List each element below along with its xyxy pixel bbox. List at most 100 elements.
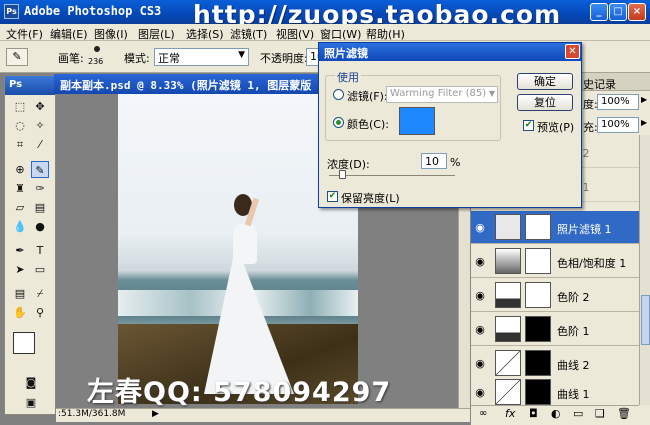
crop-tool-icon[interactable]: ⌗ — [11, 136, 29, 153]
preserve-luminosity-checkbox[interactable]: ✔ — [327, 191, 338, 202]
link-layers-icon[interactable]: ∞ — [479, 408, 487, 419]
layers-scrollbar[interactable] — [639, 135, 650, 405]
close-button[interactable]: × — [628, 3, 646, 21]
layer-row[interactable]: ◉ 色相/饱和度 1 — [471, 245, 639, 278]
doc-size-status: :51.3M/361.8M — [58, 409, 126, 419]
minimize-button[interactable]: _ — [590, 3, 608, 21]
menu-filter[interactable]: 滤镜(T) — [230, 26, 267, 42]
eye-icon[interactable]: ◉ — [473, 255, 487, 268]
density-slider-track[interactable] — [329, 175, 455, 176]
layer-opacity-input[interactable]: 100% — [597, 94, 639, 110]
close-icon[interactable]: ✕ — [565, 44, 580, 59]
layer-row[interactable]: ◉ 色阶 1 — [471, 313, 639, 346]
notes-tool-icon[interactable]: ▤ — [11, 285, 29, 302]
move-tool-icon[interactable]: ✥ — [31, 98, 49, 115]
eye-icon[interactable]: ◉ — [473, 386, 487, 399]
preview-checkbox[interactable]: ✔ — [523, 120, 534, 131]
photoshop-app-icon: Ps — [4, 4, 19, 19]
preview-label: 预览(P) — [537, 121, 575, 134]
layer-row[interactable]: ◉ 色阶 2 — [471, 279, 639, 312]
filter-select[interactable]: Warming Filter (85) ▼ — [386, 86, 498, 103]
toolbox-header: Ps — [5, 76, 55, 95]
brush-picker[interactable]: 236 — [86, 44, 110, 70]
color-swatch[interactable] — [399, 107, 435, 135]
group-icon[interactable]: ▭ — [573, 407, 583, 420]
menu-edit[interactable]: 编辑(E) — [50, 26, 88, 42]
clone-stamp-tool-icon[interactable]: ♜ — [11, 180, 29, 197]
brush-tool-preset-icon[interactable]: ✎ — [6, 48, 28, 66]
opacity-label: 不透明度: — [260, 52, 308, 65]
status-arrow-icon[interactable]: ▶ — [152, 409, 159, 419]
dodge-tool-icon[interactable]: ● — [31, 218, 49, 235]
slice-tool-icon[interactable]: ⁄ — [31, 136, 49, 153]
trash-icon[interactable]: 🗑 — [617, 407, 631, 420]
filter-radio[interactable] — [333, 89, 344, 100]
gradient-tool-icon[interactable]: ▤ — [31, 199, 49, 216]
dialog-title: 照片滤镜 — [319, 43, 581, 61]
layer-mask-thumbnail — [525, 248, 551, 274]
menu-help[interactable]: 帮助(H) — [366, 26, 405, 42]
blur-tool-icon[interactable]: 💧 — [11, 218, 29, 235]
menu-layer[interactable]: 图层(L) — [138, 26, 175, 42]
lasso-tool-icon[interactable]: ◌ — [11, 117, 29, 134]
layer-thumbnail — [495, 214, 521, 240]
density-label: 浓度(D): — [327, 158, 370, 171]
menu-select[interactable]: 选择(S) — [186, 26, 224, 42]
eraser-tool-icon[interactable]: ▱ — [11, 199, 29, 216]
type-tool-icon[interactable]: T — [31, 242, 49, 259]
screen-mode-icon[interactable]: ▣ — [20, 394, 42, 411]
healing-brush-tool-icon[interactable]: ⊕ — [11, 161, 29, 178]
eye-icon[interactable]: ◉ — [473, 221, 487, 234]
layer-name: 色阶 1 — [557, 325, 590, 338]
layer-thumbnail — [495, 316, 521, 342]
add-mask-icon[interactable]: ◘ — [529, 407, 538, 420]
reset-button[interactable]: 复位 — [517, 94, 573, 111]
history-brush-tool-icon[interactable]: ✑ — [31, 180, 49, 197]
quick-mask-icon[interactable]: ◙ — [20, 374, 42, 391]
adjustment-layer-icon[interactable]: ◐ — [551, 407, 561, 420]
layer-style-icon[interactable]: fx — [505, 407, 515, 420]
foreground-color-swatch[interactable] — [13, 332, 35, 354]
new-layer-icon[interactable]: ❑ — [595, 407, 605, 420]
chevron-right-icon[interactable]: ▶ — [641, 95, 647, 104]
tab-history[interactable]: 史记录 — [583, 76, 616, 92]
menu-file[interactable]: 文件(F) — [6, 26, 43, 42]
chevron-down-icon: ▼ — [488, 89, 495, 98]
magic-wand-tool-icon[interactable]: ✧ — [31, 117, 49, 134]
maximize-button[interactable]: □ — [609, 3, 627, 21]
brush-dot-icon — [94, 46, 100, 52]
scrollbar-thumb[interactable] — [641, 295, 650, 345]
eye-icon[interactable]: ◉ — [473, 357, 487, 370]
menu-bar: 文件(F) 编辑(E) 图像(I) 图层(L) 选择(S) 滤镜(T) 视图(V… — [0, 24, 650, 41]
path-selection-tool-icon[interactable]: ➤ — [11, 261, 29, 278]
eye-icon[interactable]: ◉ — [473, 289, 487, 302]
layer-fill-input[interactable]: 100% — [597, 117, 639, 133]
eye-icon[interactable]: ◉ — [473, 323, 487, 336]
menu-image[interactable]: 图像(I) — [94, 26, 128, 42]
brush-label: 画笔: — [58, 52, 84, 65]
window-title: Adobe Photoshop CS3 — [24, 4, 162, 18]
layer-fill-label: 充: — [583, 121, 598, 134]
mode-value: 正常 — [158, 52, 180, 65]
density-slider-thumb[interactable] — [338, 170, 346, 179]
menu-view[interactable]: 视图(V) — [276, 26, 314, 42]
layer-row[interactable]: ◉ 照片滤镜 1 — [471, 211, 639, 244]
density-input[interactable]: 10 — [421, 153, 447, 169]
hand-tool-icon[interactable]: ✋ — [11, 304, 29, 321]
ok-button[interactable]: 确定 — [517, 73, 573, 90]
color-radio[interactable] — [333, 117, 344, 128]
mode-select[interactable]: 正常 ▼ — [154, 48, 249, 66]
layer-row[interactable]: ◉ 曲线 1 — [471, 376, 639, 406]
shape-tool-icon[interactable]: ▭ — [31, 261, 49, 278]
pen-tool-icon[interactable]: ✒ — [11, 242, 29, 259]
toolbox: Ps ⬚ ✥ ◌ ✧ ⌗ ⁄ ⊕ ✎ ♜ ✑ ▱ ▤ 💧 ● ✒ T ➤ ▭ ▤… — [4, 75, 56, 415]
zoom-tool-icon[interactable]: ⚲ — [31, 304, 49, 321]
chevron-right-icon[interactable]: ▶ — [641, 118, 647, 127]
menu-window[interactable]: 窗口(W) — [320, 26, 361, 42]
marquee-tool-icon[interactable]: ⬚ — [11, 98, 29, 115]
layer-mask-thumbnail — [525, 282, 551, 308]
brush-tool-icon[interactable]: ✎ — [31, 161, 49, 178]
color-label: 颜色(C): — [347, 118, 389, 131]
layer-name: 曲线 2 — [557, 359, 590, 372]
eyedropper-tool-icon[interactable]: ⌿ — [31, 285, 49, 302]
